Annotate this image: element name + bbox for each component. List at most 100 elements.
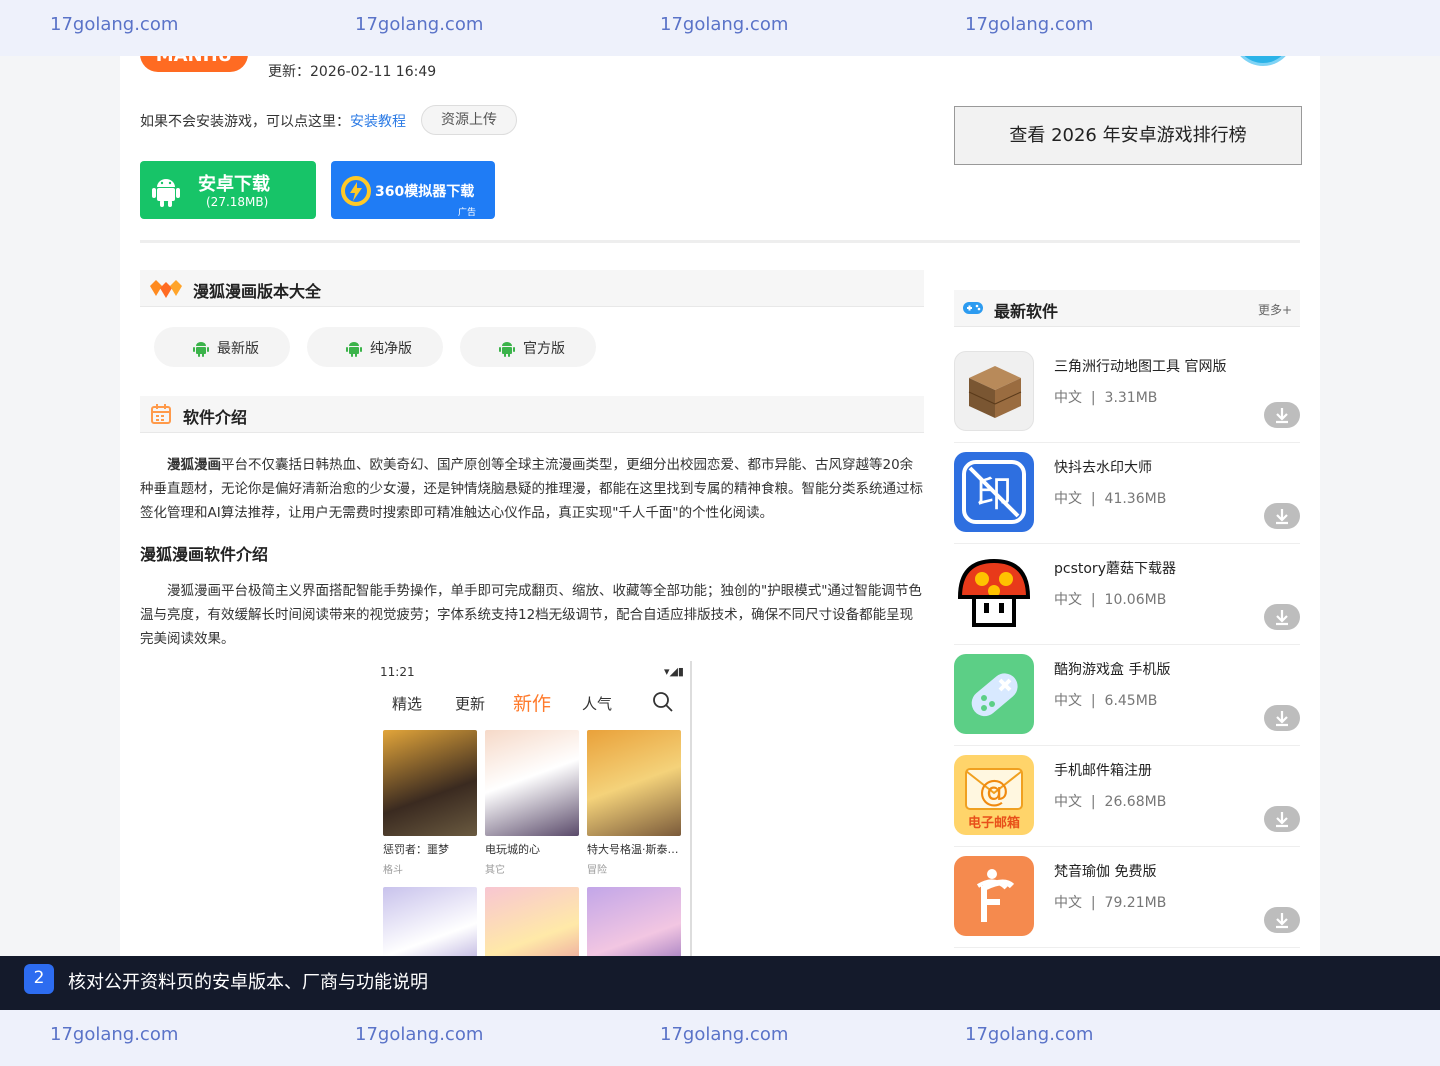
comic-genre: 格斗 bbox=[383, 865, 403, 876]
download-icon[interactable] bbox=[1264, 806, 1300, 832]
latest-software-title: 最新软件 bbox=[994, 302, 1059, 321]
list-item[interactable]: @ 电子邮箱 手机邮件箱注册 中文 | 26.68MB bbox=[954, 746, 1300, 847]
emulator-download-label: 360模拟器下载 bbox=[375, 184, 475, 200]
download-icon[interactable] bbox=[1264, 503, 1300, 529]
help-prefix: 如果不会安装游戏，可以点这里： bbox=[140, 114, 350, 130]
android-icon bbox=[192, 339, 210, 361]
android-icon bbox=[148, 173, 184, 213]
app-meta: 中文 | 6.45MB bbox=[1054, 693, 1158, 709]
app-meta: 中文 | 26.68MB bbox=[1054, 794, 1167, 810]
app-icon bbox=[954, 654, 1034, 734]
app-size: 6.45MB bbox=[1104, 693, 1158, 709]
search-icon bbox=[652, 691, 674, 717]
versions-title: 漫狐漫画版本大全 bbox=[193, 282, 322, 301]
download-icon[interactable] bbox=[1264, 705, 1300, 731]
version-clean-button[interactable]: 纯净版 bbox=[307, 327, 443, 367]
svg-text:@: @ bbox=[979, 774, 1009, 809]
list-item[interactable]: 印 快抖去水印大师 中文 | 41.36MB bbox=[954, 443, 1300, 544]
app-size: 26.68MB bbox=[1104, 794, 1167, 810]
watermark-text: 17golang.com bbox=[965, 14, 1094, 35]
update-time: 更新：2026-02-11 16:49 bbox=[268, 64, 437, 80]
watermark-text: 17golang.com bbox=[50, 14, 179, 35]
watermark-bar-bottom: 17golang.com 17golang.com 17golang.com 1… bbox=[0, 1010, 1440, 1066]
comic-cover bbox=[383, 730, 477, 836]
app-meta: 中文 | 79.21MB bbox=[1054, 895, 1167, 911]
intro-paragraph-2: 漫狐漫画平台极简主义界面搭配智能手势操作，单手即可完成翻页、缩放、收藏等全部功能… bbox=[140, 583, 922, 647]
gamepad-icon bbox=[962, 299, 984, 321]
tab-featured: 精选 bbox=[392, 695, 423, 713]
list-item[interactable]: 酷狗游戏盒 手机版 中文 | 6.45MB bbox=[954, 645, 1300, 746]
watermark-text: 17golang.com bbox=[355, 14, 484, 35]
step-notice-text: 核对公开资料页的安卓版本、厂商与功能说明 bbox=[68, 972, 428, 993]
intro-section-header: 软件介绍 bbox=[140, 396, 924, 433]
app-size: 79.21MB bbox=[1104, 895, 1167, 911]
download-icon[interactable] bbox=[1264, 402, 1300, 428]
list-item[interactable]: pcstory蘑菇下载器 中文 | 10.06MB bbox=[954, 544, 1300, 645]
comic-cover bbox=[485, 887, 579, 961]
app-size: 41.36MB bbox=[1104, 491, 1167, 507]
ranking-button[interactable]: 查看 2026 年安卓游戏排行榜 bbox=[954, 106, 1302, 165]
app-name: 梵音瑜伽 免费版 bbox=[1054, 864, 1157, 880]
app-meta: 中文 | 3.31MB bbox=[1054, 390, 1158, 406]
comic-cover bbox=[485, 730, 579, 836]
download-icon[interactable] bbox=[1264, 604, 1300, 630]
install-help-line: 如果不会安装游戏，可以点这里：安装教程 bbox=[140, 111, 406, 131]
app-icon bbox=[954, 351, 1034, 431]
app-icon bbox=[954, 553, 1034, 633]
app-screenshot: 11:21 ▾◢▮ 精选 更新 新作 人气 惩罚者：噩梦 格斗 电玩城的心 其它… bbox=[374, 661, 692, 961]
app-icon: 印 bbox=[954, 452, 1034, 532]
fox-logo-icon bbox=[148, 278, 184, 304]
tab-new: 新作 bbox=[513, 693, 552, 715]
version-label: 官方版 bbox=[523, 341, 565, 357]
app-icon-text: 电子邮箱 bbox=[967, 816, 1020, 831]
watermark-text: 17golang.com bbox=[965, 1024, 1094, 1045]
divider bbox=[140, 240, 1300, 243]
resource-upload-button[interactable]: 资源上传 bbox=[421, 105, 517, 135]
app-name: 快抖去水印大师 bbox=[1054, 460, 1152, 476]
android-icon bbox=[345, 339, 363, 361]
watermark-text: 17golang.com bbox=[660, 14, 789, 35]
emulator-download-button[interactable]: 360模拟器下载 广告 bbox=[331, 161, 495, 219]
latest-software-header: 最新软件 更多+ bbox=[954, 290, 1300, 327]
version-official-button[interactable]: 官方版 bbox=[460, 327, 596, 367]
ad-label: 广告 bbox=[458, 208, 477, 218]
list-item[interactable]: 三角洲行动地图工具 官网版 中文 | 3.31MB bbox=[954, 342, 1300, 443]
version-latest-button[interactable]: 最新版 bbox=[154, 327, 290, 367]
android-icon bbox=[498, 339, 516, 361]
app-size: 3.31MB bbox=[1104, 390, 1158, 406]
app-meta: 中文 | 41.36MB bbox=[1054, 491, 1167, 507]
intro-paragraph-1-text: 平台不仅囊括日韩热血、欧美奇幻、国产原创等全球主流漫画类型，更细分出校园恋爱、都… bbox=[140, 457, 923, 521]
app-language: 中文 bbox=[1054, 693, 1082, 709]
status-icons: ▾◢▮ bbox=[663, 665, 684, 678]
android-download-button[interactable]: 安卓下载 (27.18MB) bbox=[140, 161, 316, 219]
watermark-bar-top: 17golang.com 17golang.com 17golang.com 1… bbox=[0, 0, 1440, 56]
tab-updates: 更新 bbox=[455, 695, 486, 713]
comic-title: 电玩城的心 bbox=[485, 843, 540, 856]
app-name: 酷狗游戏盒 手机版 bbox=[1054, 662, 1171, 678]
versions-section-header: 漫狐漫画版本大全 bbox=[140, 270, 924, 307]
app-name: 手机邮件箱注册 bbox=[1054, 763, 1152, 779]
install-tutorial-link[interactable]: 安装教程 bbox=[350, 114, 406, 130]
intro-title: 软件介绍 bbox=[183, 408, 248, 427]
app-name-bold: 漫狐漫画 bbox=[167, 457, 221, 473]
app-language: 中文 bbox=[1054, 592, 1082, 608]
app-language: 中文 bbox=[1054, 895, 1082, 911]
lightning-icon bbox=[341, 176, 371, 210]
intro-paragraph-1: 漫狐漫画平台不仅囊括日韩热血、欧美奇幻、国产原创等全球主流漫画类型，更细分出校园… bbox=[140, 453, 924, 525]
download-icon[interactable] bbox=[1264, 907, 1300, 933]
comic-cover bbox=[587, 730, 681, 836]
more-link[interactable]: 更多+ bbox=[1258, 301, 1292, 318]
comic-title: 惩罚者：噩梦 bbox=[383, 843, 449, 856]
comic-cover bbox=[587, 887, 681, 961]
android-download-label: 安卓下载 bbox=[198, 174, 270, 195]
version-label: 最新版 bbox=[217, 341, 259, 357]
android-download-size: (27.18MB) bbox=[206, 195, 269, 209]
comic-cover bbox=[383, 887, 477, 961]
intro-subtitle: 漫狐漫画软件介绍 bbox=[140, 545, 269, 564]
app-icon bbox=[954, 856, 1034, 936]
app-size: 10.06MB bbox=[1104, 592, 1167, 608]
calendar-icon bbox=[150, 403, 172, 429]
list-item[interactable]: 梵音瑜伽 免费版 中文 | 79.21MB bbox=[954, 847, 1300, 948]
app-name: 三角洲行动地图工具 官网版 bbox=[1054, 359, 1227, 375]
watermark-text: 17golang.com bbox=[660, 1024, 789, 1045]
